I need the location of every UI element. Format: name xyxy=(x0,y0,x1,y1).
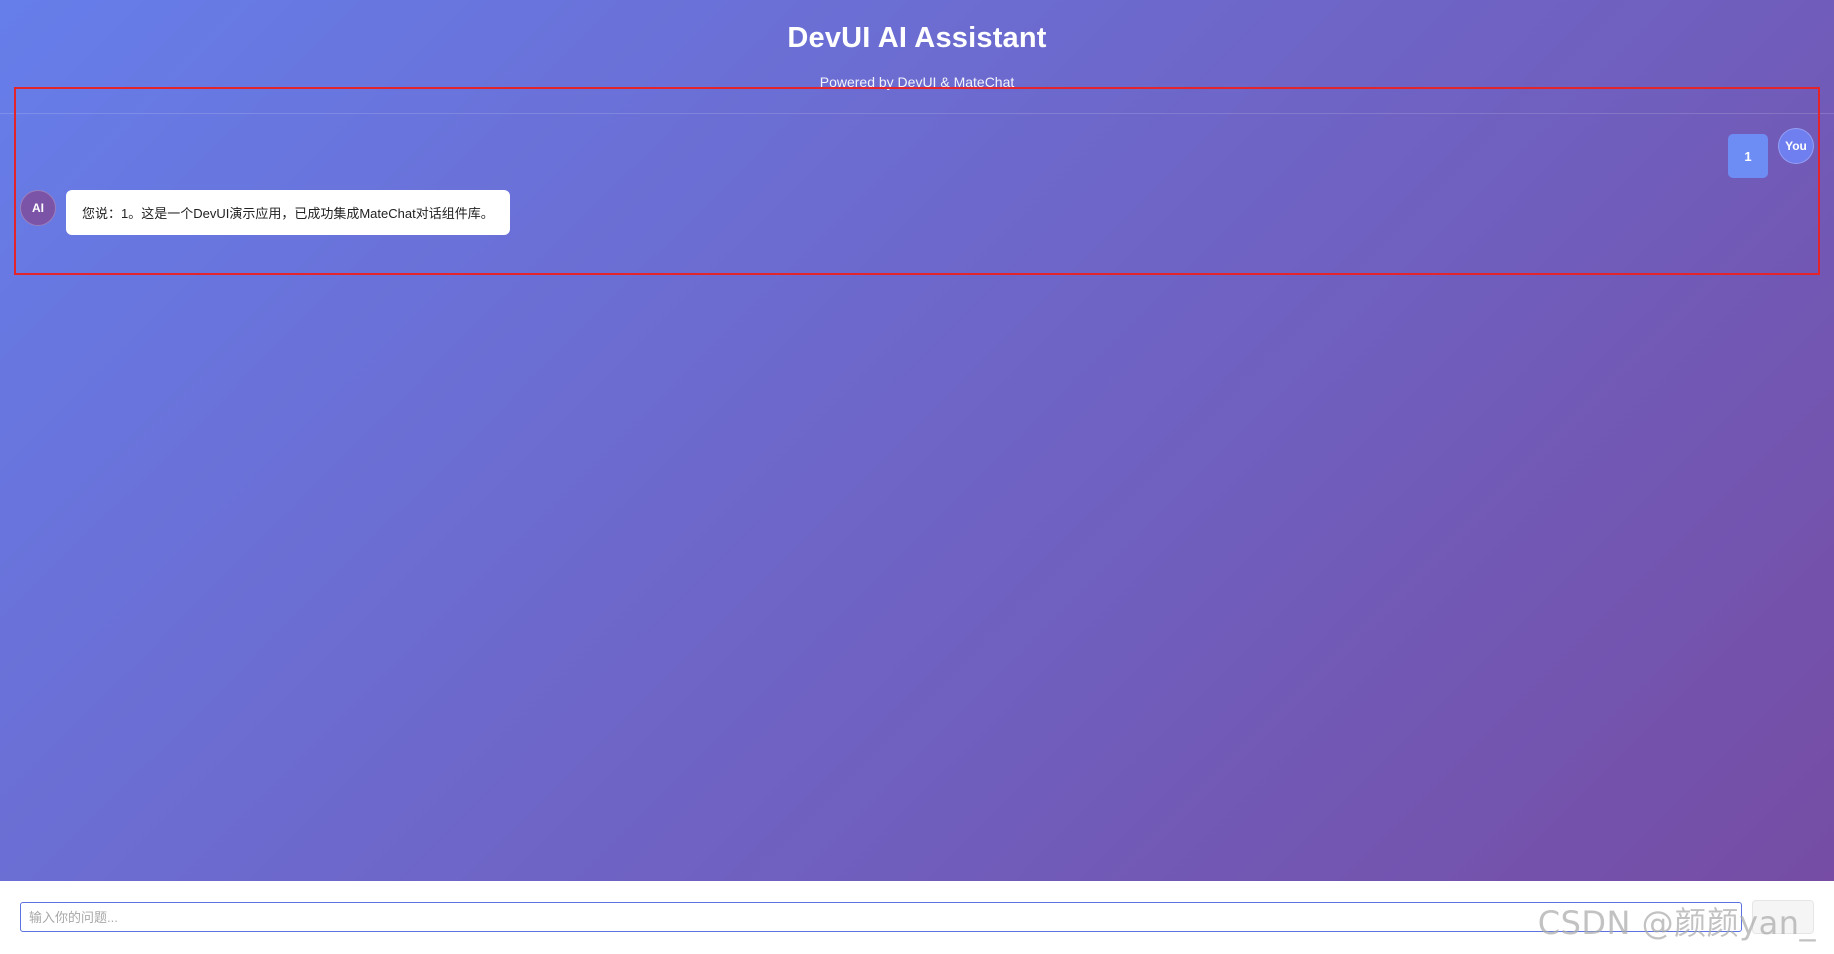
ai-message-bubble: 您说：1。这是一个DevUI演示应用，已成功集成MateChat对话组件库。 xyxy=(66,190,510,235)
chat-app: DevUI AI Assistant Powered by DevUI & Ma… xyxy=(0,0,1834,954)
ai-avatar: AI xyxy=(20,190,56,226)
message-input[interactable] xyxy=(20,902,1742,932)
send-button[interactable] xyxy=(1752,900,1814,934)
message-list: 1 You AI 您说：1。这是一个DevUI演示应用，已成功集成MateCha… xyxy=(0,114,1834,880)
ai-message: AI 您说：1。这是一个DevUI演示应用，已成功集成MateChat对话组件库… xyxy=(20,190,510,235)
page-subtitle: Powered by DevUI & MateChat xyxy=(819,74,1015,90)
user-message-bubble: 1 xyxy=(1728,134,1768,178)
user-avatar: You xyxy=(1778,128,1814,164)
page-title: DevUI AI Assistant xyxy=(787,22,1047,54)
user-message: 1 You xyxy=(1728,128,1814,178)
input-bar: CSDN @颜颜yan_ xyxy=(0,881,1834,954)
app-header: DevUI AI Assistant Powered by DevUI & Ma… xyxy=(0,0,1834,114)
